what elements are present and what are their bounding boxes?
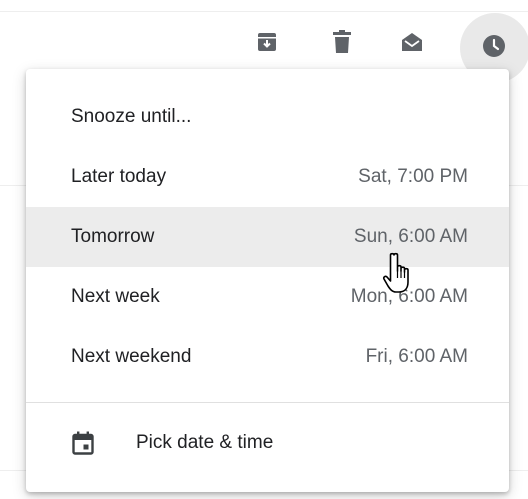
option-time: Fri, 6:00 AM [365,346,468,367]
menu-title: Snooze until... [71,106,192,127]
option-label: Tomorrow [71,226,155,247]
mail-view: Snooze until... Later today Sat, 7:00 PM… [0,0,528,499]
snooze-option-later-today[interactable]: Later today Sat, 7:00 PM [26,147,509,207]
option-time: Sat, 7:00 PM [358,166,468,187]
option-label: Next weekend [71,346,192,367]
mark-as-read-button[interactable] [392,22,432,62]
delete-button[interactable] [322,22,362,62]
snooze-option-next-week[interactable]: Next week Mon, 6:00 AM [26,267,509,327]
snooze-option-next-weekend[interactable]: Next weekend Fri, 6:00 AM [26,327,509,387]
delete-icon [333,30,351,53]
calendar-icon [70,430,96,456]
archive-button[interactable] [247,22,287,62]
pick-date-time-label: Pick date & time [136,432,274,453]
message-toolbar [0,0,528,83]
option-label: Next week [71,286,160,307]
archive-icon [258,33,276,51]
option-time: Mon, 6:00 AM [350,286,468,307]
option-time: Sun, 6:00 AM [353,226,468,247]
snooze-icon [483,35,505,57]
snooze-option-tomorrow[interactable]: Tomorrow Sun, 6:00 AM [26,207,509,267]
mark-as-read-icon [402,33,422,51]
option-label: Later today [71,166,167,187]
pick-date-time-option[interactable]: Pick date & time [26,412,509,474]
menu-divider [26,402,509,403]
snooze-menu: Snooze until... Later today Sat, 7:00 PM… [26,69,509,492]
